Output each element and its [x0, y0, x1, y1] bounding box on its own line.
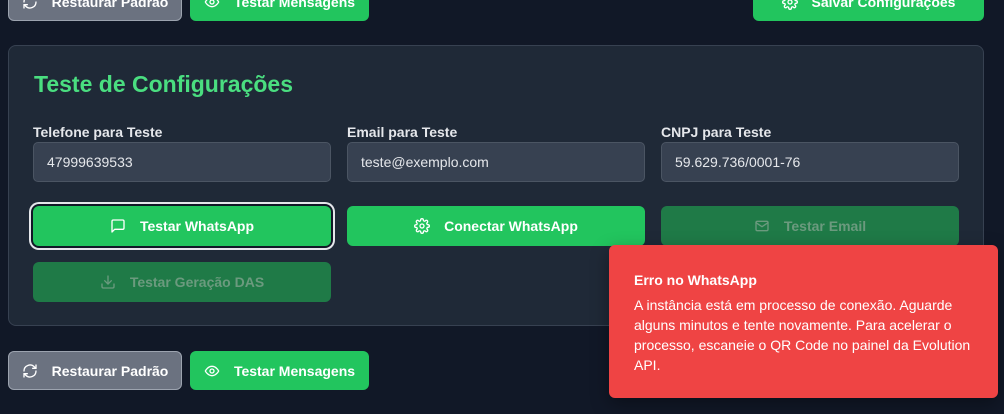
- restore-default-button[interactable]: Restaurar Padrão: [8, 351, 182, 390]
- mail-icon: [755, 220, 769, 232]
- phone-label: Telefone para Teste: [33, 124, 163, 140]
- test-das-label: Testar Geração DAS: [129, 274, 265, 290]
- toast-title: Erro no WhatsApp: [634, 272, 757, 288]
- refresh-icon: [22, 363, 37, 378]
- test-email-button[interactable]: Testar Email: [661, 206, 959, 246]
- gear-icon: [414, 218, 431, 234]
- error-toast[interactable]: Erro no WhatsApp A instância está em pro…: [609, 245, 998, 398]
- test-whatsapp-label: Testar WhatsApp: [139, 218, 255, 234]
- test-messages-button-top[interactable]: Testar Mensagens: [190, 0, 369, 21]
- restore-default-label: Restaurar Padrão: [51, 362, 169, 379]
- eye-icon: [204, 365, 220, 376]
- message-square-icon: [111, 219, 125, 233]
- restore-default-label: Restaurar Padrão: [51, 0, 169, 10]
- email-label: Email para Teste: [347, 124, 458, 140]
- test-whatsapp-button[interactable]: Testar WhatsApp: [33, 206, 331, 246]
- connect-whatsapp-button[interactable]: Conectar WhatsApp: [347, 206, 645, 246]
- cnpj-input[interactable]: [661, 142, 959, 182]
- test-messages-button[interactable]: Testar Mensagens: [190, 351, 369, 390]
- test-email-label: Testar Email: [783, 218, 867, 234]
- download-icon: [101, 275, 115, 289]
- phone-input[interactable]: [33, 142, 331, 182]
- connect-whatsapp-label: Conectar WhatsApp: [444, 218, 578, 234]
- email-input[interactable]: [347, 142, 645, 182]
- save-settings-label: Salvar Configurações: [811, 0, 956, 10]
- section-title: Teste de Configurações: [34, 71, 294, 97]
- gear-icon: [781, 0, 798, 10]
- save-settings-button[interactable]: Salvar Configurações: [753, 0, 984, 21]
- test-das-button[interactable]: Testar Geração DAS: [33, 262, 331, 302]
- toast-message: A instância está em processo de conexão.…: [634, 297, 971, 373]
- cnpj-label: CNPJ para Teste: [661, 124, 772, 140]
- restore-default-button-top[interactable]: Restaurar Padrão: [8, 0, 182, 21]
- eye-icon: [204, 0, 220, 7]
- refresh-icon: [22, 0, 37, 9]
- test-messages-label: Testar Mensagens: [233, 362, 356, 379]
- test-messages-label: Testar Mensagens: [233, 0, 356, 10]
